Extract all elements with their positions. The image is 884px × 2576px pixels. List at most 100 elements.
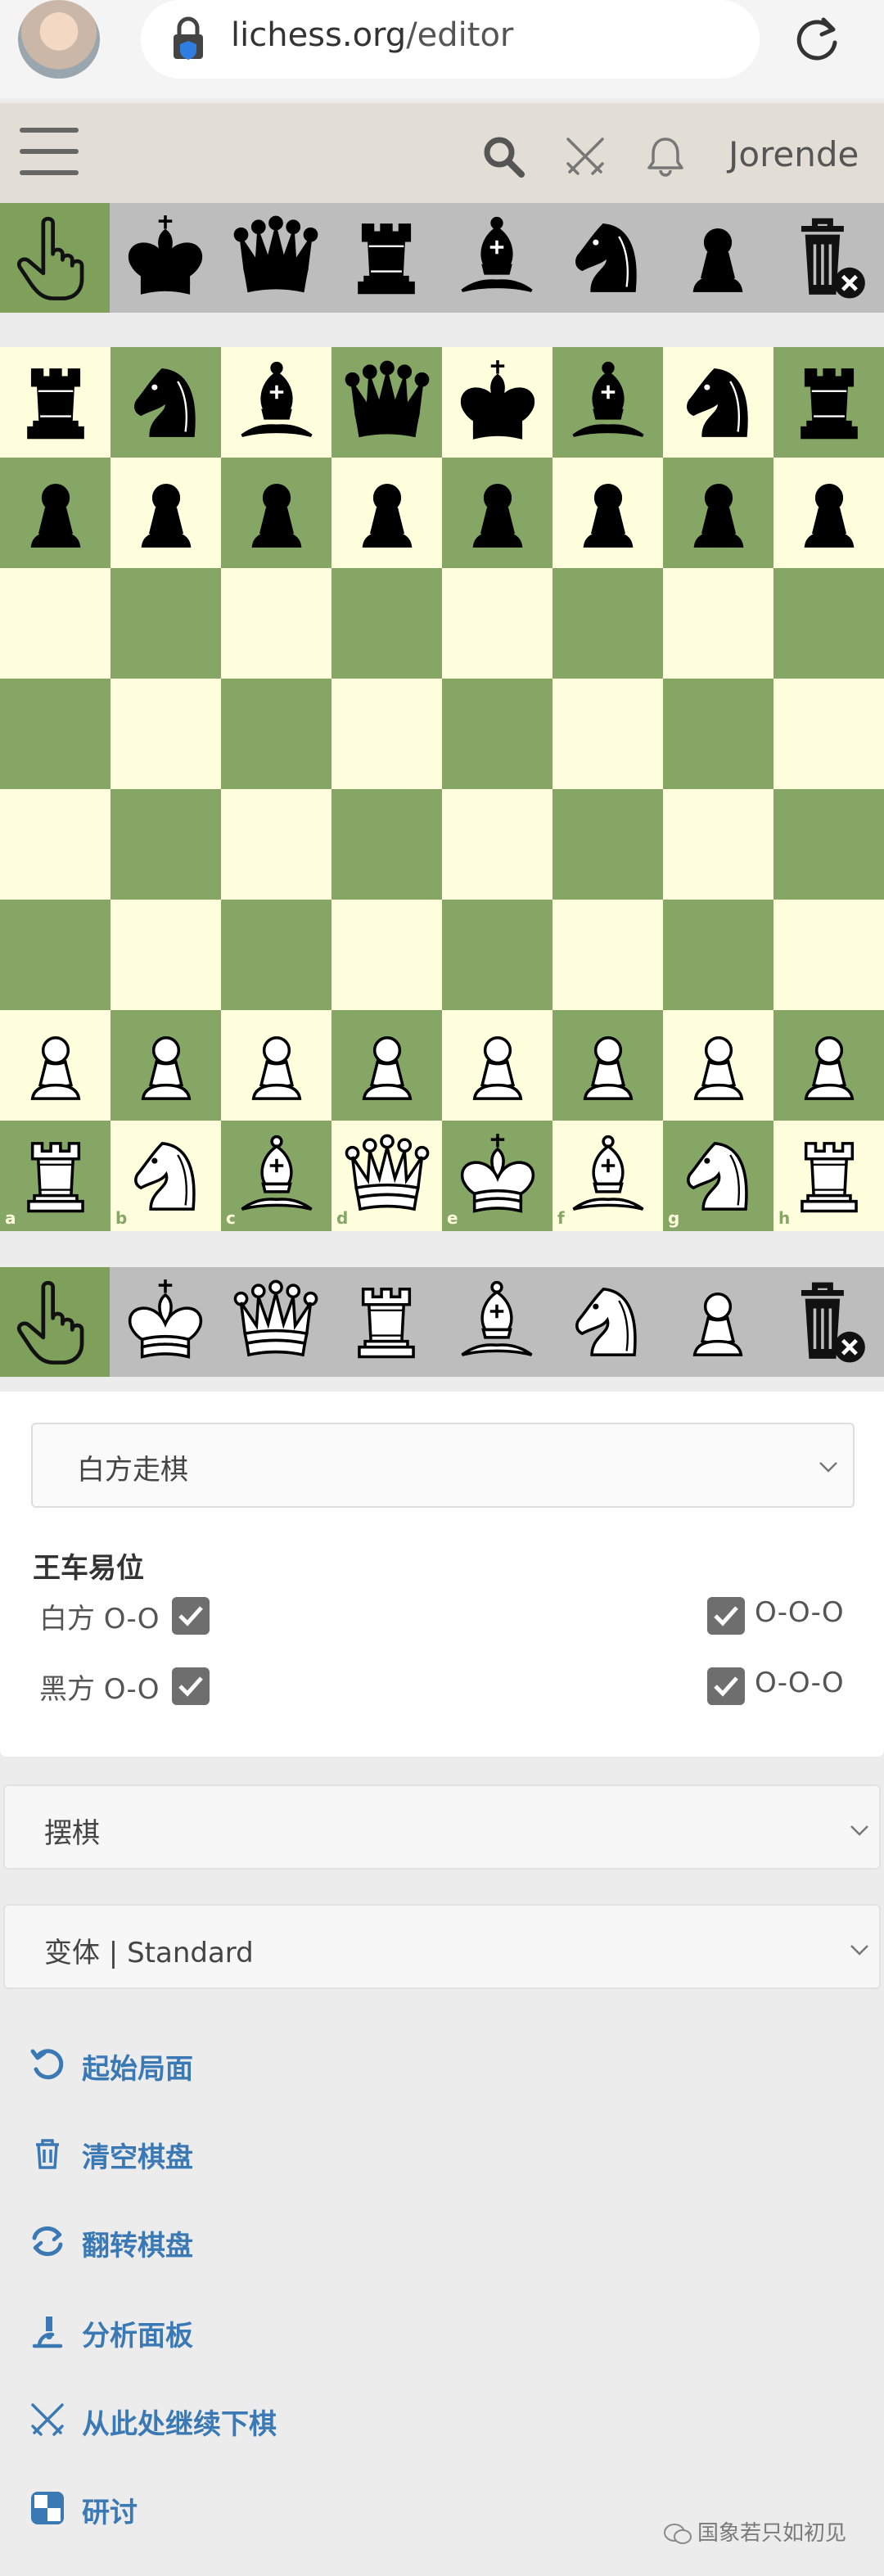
black-rook[interactable]	[0, 347, 110, 458]
trash-tool[interactable]	[774, 1267, 883, 1377]
black-pawn[interactable]	[0, 458, 110, 568]
profile-avatar[interactable]	[18, 0, 100, 79]
white-pawn[interactable]	[442, 1010, 552, 1121]
white-pawn[interactable]	[110, 1010, 221, 1121]
board-square-c3[interactable]	[221, 900, 332, 1010]
trash-tool[interactable]	[774, 203, 883, 313]
board-square-f6[interactable]	[552, 568, 663, 679]
board-square-e6[interactable]	[442, 568, 552, 679]
board-square-b3[interactable]	[110, 900, 221, 1010]
white-short-castle-checkbox[interactable]	[172, 1597, 210, 1635]
board-square-a3[interactable]	[0, 900, 110, 1010]
menu-icon[interactable]	[20, 128, 79, 177]
board-square-h3[interactable]	[774, 900, 884, 1010]
black-pawn[interactable]	[774, 458, 884, 568]
file-label: f	[557, 1208, 565, 1228]
black-pawn[interactable]	[663, 458, 774, 568]
white-pawn[interactable]	[774, 1010, 884, 1121]
black-knight[interactable]	[110, 347, 221, 458]
spare-white-bishop[interactable]	[442, 1267, 552, 1377]
white-rook-icon	[800, 1141, 858, 1212]
board-square-h6[interactable]	[774, 568, 884, 679]
black-pawn[interactable]	[221, 458, 332, 568]
white-pawn[interactable]	[552, 1010, 663, 1121]
black-bishop[interactable]	[552, 347, 663, 458]
board-square-d4[interactable]	[332, 789, 442, 900]
board-square-f5[interactable]	[552, 679, 663, 789]
white-pawn[interactable]	[221, 1010, 332, 1121]
white-pawn[interactable]	[332, 1010, 442, 1121]
board-square-b6[interactable]	[110, 568, 221, 679]
white-pawn[interactable]	[663, 1010, 774, 1121]
swords-icon[interactable]	[563, 134, 607, 178]
board-square-d6[interactable]	[332, 568, 442, 679]
board-square-b4[interactable]	[110, 789, 221, 900]
spare-white-rook[interactable]	[332, 1267, 441, 1377]
spare-white-knight[interactable]	[552, 1267, 662, 1377]
black-pawn[interactable]	[110, 458, 221, 568]
black-bishop[interactable]	[221, 347, 332, 458]
setup-select[interactable]: 摆棋	[3, 1784, 881, 1870]
board-square-h5[interactable]	[774, 679, 884, 789]
spare-black-king[interactable]	[110, 203, 220, 313]
black-knight[interactable]	[663, 347, 774, 458]
black-pawn[interactable]	[552, 458, 663, 568]
black-bishop-icon	[571, 361, 644, 437]
pointer-tool[interactable]	[0, 1267, 110, 1377]
white-pawn-icon	[472, 1035, 522, 1100]
board-square-a5[interactable]	[0, 679, 110, 789]
board-square-e5[interactable]	[442, 679, 552, 789]
chess-board[interactable]: 8 7 6 5 4 3 2 1 a b c d e f g h	[0, 347, 884, 1231]
black-pawn[interactable]	[442, 458, 552, 568]
board-square-c6[interactable]	[221, 568, 332, 679]
board-square-d5[interactable]	[332, 679, 442, 789]
white-king[interactable]	[442, 1121, 552, 1231]
username[interactable]: Jorende	[728, 134, 859, 174]
board-square-a6[interactable]	[0, 568, 110, 679]
board-square-g3[interactable]	[663, 900, 774, 1010]
chevron-down-icon	[819, 1462, 837, 1473]
board-square-g4[interactable]	[663, 789, 774, 900]
board-square-e3[interactable]	[442, 900, 552, 1010]
search-icon[interactable]	[481, 134, 525, 178]
spare-white-queen[interactable]	[221, 1267, 331, 1377]
spare-black-bishop[interactable]	[442, 203, 552, 313]
board-square-b5[interactable]	[110, 679, 221, 789]
black-king[interactable]	[442, 347, 552, 458]
board-square-h4[interactable]	[774, 789, 884, 900]
bell-icon[interactable]	[643, 134, 688, 178]
study-icon	[31, 2492, 64, 2524]
reload-icon[interactable]	[791, 15, 843, 67]
board-square-a4[interactable]	[0, 789, 110, 900]
board-square-g6[interactable]	[663, 568, 774, 679]
spare-black-pawn[interactable]	[663, 203, 773, 313]
board-square-c4[interactable]	[221, 789, 332, 900]
white-pawn[interactable]	[0, 1010, 110, 1121]
black-queen[interactable]	[332, 347, 442, 458]
black-pawn[interactable]	[332, 458, 442, 568]
spare-black-knight[interactable]	[552, 203, 662, 313]
pointer-tool[interactable]	[0, 203, 110, 313]
board-square-d3[interactable]	[332, 900, 442, 1010]
board-square-e4[interactable]	[442, 789, 552, 900]
variant-select[interactable]: 变体 | Standard	[3, 1904, 881, 1989]
spare-white-king[interactable]	[110, 1267, 220, 1377]
black-short-castle-checkbox[interactable]	[172, 1667, 210, 1705]
white-bishop[interactable]	[552, 1121, 663, 1231]
black-long-castle-checkbox[interactable]	[707, 1667, 745, 1705]
board-square-f3[interactable]	[552, 900, 663, 1010]
board-square-c5[interactable]	[221, 679, 332, 789]
white-long-castle-checkbox[interactable]	[707, 1597, 745, 1635]
spare-black-queen[interactable]	[221, 203, 331, 313]
white-rook[interactable]	[0, 1121, 110, 1231]
turn-select[interactable]: 白方走棋	[31, 1423, 855, 1508]
castling-title: 王车易位	[33, 1552, 144, 1585]
spare-black-rook[interactable]	[332, 203, 441, 313]
address-bar[interactable]: lichess.org/editor	[141, 0, 760, 79]
black-rook[interactable]	[774, 347, 884, 458]
board-square-f4[interactable]	[552, 789, 663, 900]
spare-white-pawn[interactable]	[663, 1267, 773, 1377]
board-square-g5[interactable]	[663, 679, 774, 789]
white-rook[interactable]	[774, 1121, 884, 1231]
white-bishop[interactable]	[221, 1121, 332, 1231]
